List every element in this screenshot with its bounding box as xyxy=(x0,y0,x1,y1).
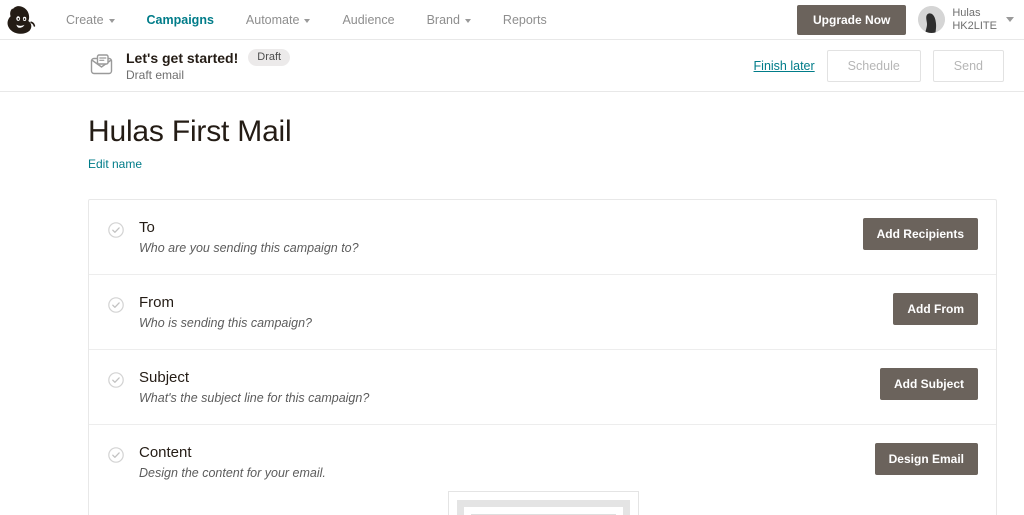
nav-item-campaigns-label: Campaigns xyxy=(146,12,214,27)
checklist-row-action: Add From xyxy=(893,293,978,325)
nav-right-group: Upgrade Now Hulas HK2LITE xyxy=(797,4,1024,35)
checklist-row-action: Design Email xyxy=(874,443,978,475)
nav-item-reports-label: Reports xyxy=(502,12,547,27)
campaign-subheader: Let's get started! Draft Draft email Fin… xyxy=(0,40,1024,92)
avatar xyxy=(918,6,946,33)
checklist-row-description: What's the subject line for this campaig… xyxy=(139,391,370,405)
page-title: Hulas First Mail xyxy=(88,115,292,148)
checklist-row-from: From Who is sending this campaign? Add F… xyxy=(89,275,996,350)
nav-item-campaigns[interactable]: Campaigns xyxy=(131,0,230,40)
nav-item-automate-label: Automate xyxy=(245,12,300,27)
add-from-button[interactable]: Add From xyxy=(893,293,978,325)
checklist-row-texts: From Who is sending this campaign? xyxy=(139,293,312,331)
checklist-row-subject: Subject What's the subject line for this… xyxy=(89,350,996,425)
nav-item-create-label: Create xyxy=(66,12,104,27)
account-handle: HK2LITE xyxy=(952,19,997,32)
checklist-row-content: Content Design the content for your emai… xyxy=(89,425,996,515)
subheader-subtitle: Draft email xyxy=(126,68,185,82)
email-template-preview-area xyxy=(108,481,978,515)
check-circle-icon xyxy=(108,222,124,238)
nav-item-automate[interactable]: Automate xyxy=(230,0,327,40)
checklist-row-to: To Who are you sending this campaign to?… xyxy=(89,200,996,275)
checklist-row-description: Who is sending this campaign? xyxy=(139,316,313,330)
subheader-actions: Finish later Schedule Send xyxy=(754,49,1004,82)
schedule-button[interactable]: Schedule xyxy=(826,49,921,82)
checklist-row-title: Content xyxy=(139,444,192,461)
subheader-title: Let's get started! xyxy=(126,49,239,66)
checklist-row-description: Who are you sending this campaign to? xyxy=(139,241,359,255)
checklist-row-action: Add Recipients xyxy=(862,218,978,250)
mailchimp-freddie-logo-icon[interactable] xyxy=(0,0,42,40)
checklist-row-title: From xyxy=(139,294,174,311)
checklist-row-texts: To Who are you sending this campaign to? xyxy=(139,218,359,256)
checklist-row-action: Add Subject xyxy=(879,368,978,400)
campaign-checklist-card: To Who are you sending this campaign to?… xyxy=(88,199,997,515)
checklist-row-texts: Content Design the content for your emai… xyxy=(139,443,326,481)
page-body: Hulas First Mail Edit name To Who are yo… xyxy=(0,92,1024,515)
add-subject-button[interactable]: Add Subject xyxy=(879,368,978,400)
email-template-thumbnail[interactable] xyxy=(447,491,639,515)
chevron-down-icon xyxy=(108,18,115,23)
top-navigation-bar: Create Campaigns Automate Audience Brand… xyxy=(0,0,1024,40)
finish-later-link[interactable]: Finish later xyxy=(754,59,815,73)
nav-item-audience[interactable]: Audience xyxy=(326,0,410,40)
primary-nav-items: Create Campaigns Automate Audience Brand… xyxy=(50,0,563,40)
status-badge: Draft xyxy=(248,49,291,66)
checklist-row-title: To xyxy=(139,219,155,236)
checklist-row-texts: Subject What's the subject line for this… xyxy=(139,368,369,406)
nav-item-reports[interactable]: Reports xyxy=(487,0,563,40)
design-email-button[interactable]: Design Email xyxy=(874,443,978,475)
checklist-row-title: Subject xyxy=(139,369,190,386)
edit-name-link[interactable]: Edit name xyxy=(88,157,142,171)
subheader-title-row: Let's get started! Draft xyxy=(126,49,291,66)
account-names: Hulas HK2LITE xyxy=(952,7,997,33)
checklist-row-description: Design the content for your email. xyxy=(139,466,326,480)
send-button[interactable]: Send xyxy=(932,49,1004,82)
email-template-wireframe xyxy=(456,500,630,515)
upgrade-now-button[interactable]: Upgrade Now xyxy=(797,4,907,35)
subheader-texts: Let's get started! Draft Draft email xyxy=(126,49,291,82)
check-circle-icon xyxy=(108,447,124,463)
chevron-down-icon xyxy=(1006,17,1014,22)
email-draft-icon xyxy=(88,53,114,79)
account-menu[interactable]: Hulas HK2LITE xyxy=(918,6,1014,33)
add-recipients-button[interactable]: Add Recipients xyxy=(862,218,978,250)
chevron-down-icon xyxy=(304,18,311,23)
check-circle-icon xyxy=(108,372,124,388)
chevron-down-icon xyxy=(464,18,471,23)
check-circle-icon xyxy=(108,297,124,313)
nav-item-create[interactable]: Create xyxy=(50,0,131,40)
nav-item-audience-label: Audience xyxy=(342,12,395,27)
nav-item-brand-label: Brand xyxy=(426,12,460,27)
nav-item-brand[interactable]: Brand xyxy=(411,0,487,40)
account-name: Hulas xyxy=(952,6,981,19)
